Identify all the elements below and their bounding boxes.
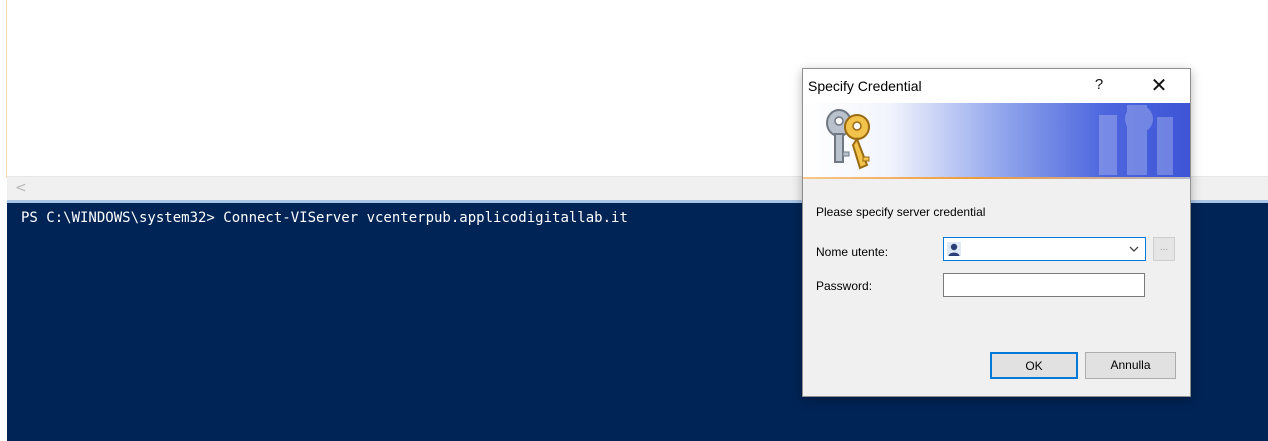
dialog-banner (803, 103, 1190, 177)
browse-user-button[interactable]: ... (1153, 237, 1175, 261)
user-avatar-icon (947, 242, 961, 256)
username-label: Nome utente: (816, 245, 889, 259)
username-combobox[interactable] (943, 237, 1146, 261)
password-input[interactable] (943, 273, 1145, 297)
credential-prompt: Please specify server credential (816, 205, 986, 219)
close-button[interactable]: ✕ (1146, 73, 1172, 97)
cancel-button[interactable]: Annulla (1085, 352, 1176, 379)
keys-icon (826, 109, 870, 170)
chevron-down-icon[interactable] (1127, 241, 1141, 257)
screen: < PS C:\WINDOWS\system32> Connect-VIServ… (0, 0, 1268, 441)
password-label: Password: (816, 279, 873, 293)
help-button[interactable]: ? (1086, 74, 1112, 96)
banner-divider (803, 177, 1190, 179)
dialog-title: Specify Credential (808, 78, 922, 94)
dialog-titlebar[interactable]: Specify Credential ? ✕ (803, 69, 1190, 103)
background-keys-icon (1099, 105, 1173, 175)
ok-button[interactable]: OK (990, 352, 1078, 379)
console-command-line: PS C:\WINDOWS\system32> Connect-VIServer… (21, 210, 628, 226)
scroll-left-arrow-icon[interactable]: < (15, 180, 27, 196)
specify-credential-dialog: Specify Credential ? ✕ Please specify se… (802, 68, 1191, 397)
